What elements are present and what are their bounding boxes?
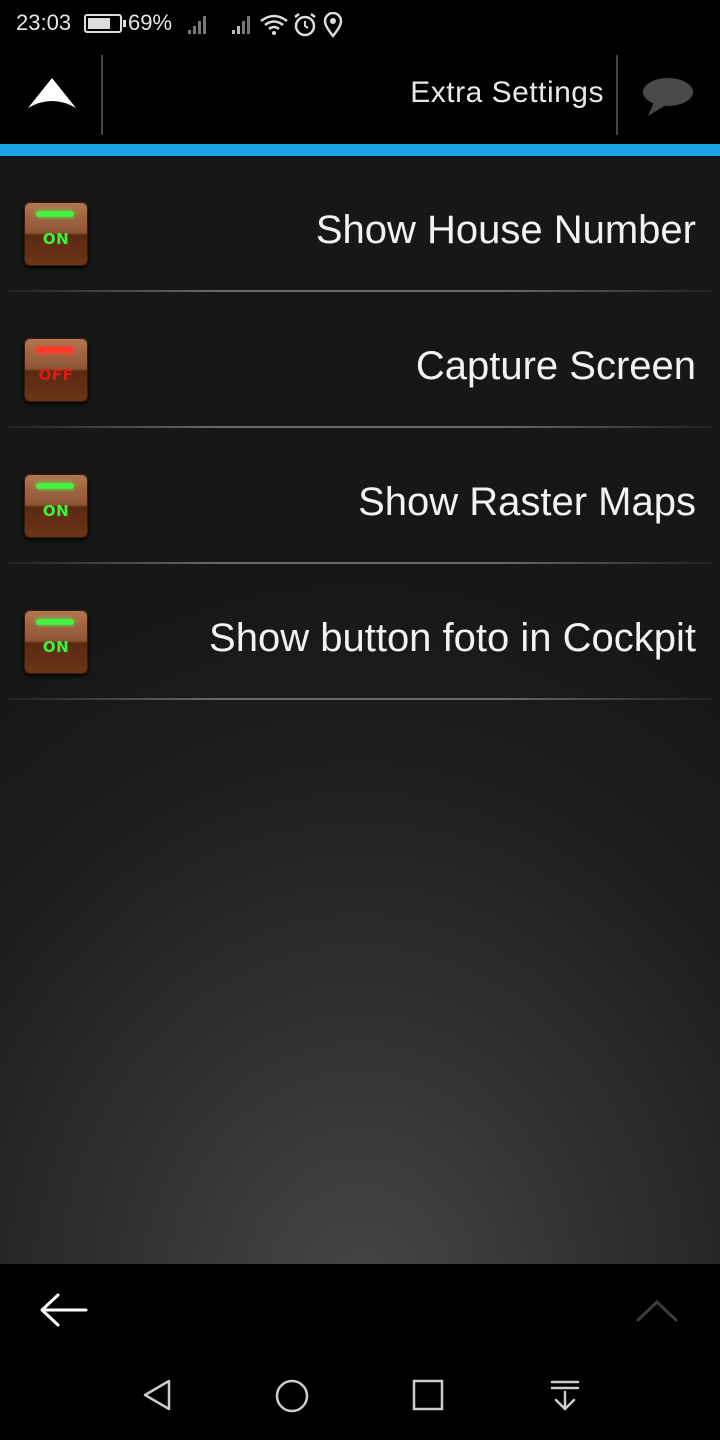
- bottom-bar-background: [0, 1264, 720, 1348]
- setting-row-capture-screen[interactable]: OFF Capture Screen: [0, 292, 720, 428]
- setting-row-show-house-number[interactable]: ON Show House Number: [0, 156, 720, 292]
- setting-label: Show Raster Maps: [358, 480, 696, 524]
- battery-percent: 69%: [128, 10, 173, 35]
- toggle-state: OFF: [38, 366, 74, 384]
- battery-icon: [84, 14, 126, 33]
- chat-bubble-icon[interactable]: [638, 74, 698, 120]
- setting-row-show-raster-maps[interactable]: ON Show Raster Maps: [0, 428, 720, 564]
- toggle-led: [36, 619, 74, 625]
- back-arrow-icon[interactable]: [36, 1290, 92, 1330]
- status-time: 23:03: [16, 10, 72, 35]
- system-nav-bar: [0, 1348, 720, 1440]
- toggle-switch[interactable]: ON: [24, 610, 88, 674]
- row-divider: [8, 698, 712, 700]
- nav-recents-icon[interactable]: [411, 1378, 445, 1412]
- location-icon: [323, 12, 343, 38]
- setting-row-show-button-foto[interactable]: ON Show button foto in Cockpit: [0, 564, 720, 700]
- setting-label: Show House Number: [315, 208, 696, 252]
- header-accent-line: [0, 144, 720, 156]
- toggle-switch[interactable]: OFF: [24, 338, 88, 402]
- chevron-up-icon[interactable]: [634, 1294, 680, 1324]
- header-divider: [101, 55, 103, 135]
- toggle-led: [36, 483, 74, 489]
- nav-home-icon[interactable]: [274, 1378, 310, 1414]
- toggle-led: [36, 211, 74, 217]
- setting-label: Capture Screen: [415, 344, 696, 388]
- header-divider: [616, 55, 618, 135]
- wifi-icon: [260, 14, 288, 35]
- nav-back-icon[interactable]: [140, 1378, 174, 1412]
- toggle-switch[interactable]: ON: [24, 202, 88, 266]
- toggle-state: ON: [42, 502, 70, 520]
- signal-icon: [232, 16, 250, 34]
- up-arrow-icon[interactable]: [20, 70, 84, 120]
- app-header: Extra Settings: [0, 50, 720, 144]
- alarm-icon: [294, 13, 316, 37]
- toggle-state: ON: [42, 638, 70, 656]
- signal-icon: [188, 16, 206, 34]
- toggle-switch[interactable]: ON: [24, 474, 88, 538]
- setting-label: Show button foto in Cockpit: [209, 616, 696, 660]
- toggle-led: [36, 347, 74, 353]
- toggle-state: ON: [42, 230, 70, 248]
- nav-notifications-icon[interactable]: [548, 1378, 582, 1412]
- bottom-bar: [0, 1264, 720, 1348]
- status-bar: 23:03 69%: [0, 0, 720, 50]
- settings-list: ON Show House Number OFF Capture Screen …: [0, 156, 720, 1264]
- page-title: Extra Settings: [410, 76, 604, 109]
